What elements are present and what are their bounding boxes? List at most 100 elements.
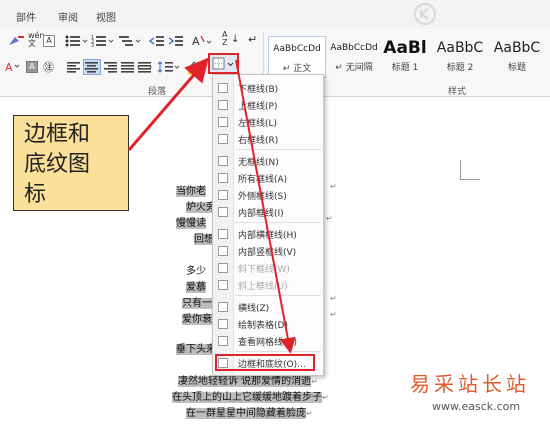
decrease-indent-icon[interactable] bbox=[149, 34, 165, 48]
menu-item-label: 下框线(B) bbox=[238, 85, 279, 95]
doc-line: 在一群星星中间隐藏着脸庞↵ bbox=[186, 408, 313, 419]
paragraph-group-label: 段落 bbox=[148, 87, 167, 97]
border-option-icon bbox=[218, 280, 228, 290]
menu-separator bbox=[235, 149, 321, 150]
doc-line: 垂下头来 bbox=[176, 344, 216, 355]
style-name: ↵ 无间隔 bbox=[335, 63, 373, 73]
distributed-icon[interactable] bbox=[137, 61, 153, 73]
menu-item-label: 斜上框线(U) bbox=[238, 282, 288, 292]
watermark-title: 易采站长站 bbox=[410, 372, 530, 396]
align-left-icon[interactable] bbox=[66, 61, 82, 73]
border-option-icon bbox=[218, 319, 228, 329]
menu-item-label: 右框线(R) bbox=[238, 136, 279, 146]
text-effects-icon[interactable]: A bbox=[2, 60, 24, 74]
increase-indent-icon[interactable] bbox=[168, 34, 184, 48]
doc-line: 回想 bbox=[194, 234, 214, 245]
tab-parts[interactable]: 部件 bbox=[16, 9, 36, 24]
menu-item-label: 横线(Z) bbox=[238, 304, 270, 314]
multilevel-list-icon[interactable] bbox=[118, 34, 142, 48]
align-center-button[interactable] bbox=[83, 59, 101, 75]
align-center-icon bbox=[85, 62, 98, 73]
callout-line: 标 bbox=[24, 182, 47, 207]
style-sample: AaBbC bbox=[436, 40, 484, 56]
menu-item[interactable]: 斜上框线(U) bbox=[213, 277, 323, 294]
menu-item[interactable]: 无框线(N) bbox=[213, 153, 323, 170]
border-option-icon bbox=[218, 100, 228, 110]
style-sample: AaBbC bbox=[493, 40, 541, 56]
borders-dropdown-menu: 下框线(B) 上框线(P) 左框线(L) 右框线(R) 无框线(N) 所有框线(A) 外侧框… bbox=[212, 74, 324, 376]
style-heading-2[interactable]: AaBbC 标题 2 bbox=[432, 36, 488, 78]
border-option-icon bbox=[218, 263, 228, 273]
return-mark: ↵ bbox=[326, 214, 333, 223]
style-heading-1[interactable]: AaBl 标题 1 bbox=[382, 36, 428, 78]
border-option-icon bbox=[218, 173, 228, 183]
menu-item[interactable]: 横线(Z) bbox=[213, 299, 323, 316]
border-option-icon bbox=[218, 246, 228, 256]
doc-line: 只有一 bbox=[182, 298, 212, 309]
border-option-icon bbox=[218, 229, 228, 239]
menu-item[interactable]: 内部竖框线(V) bbox=[213, 243, 323, 260]
borders-button[interactable] bbox=[208, 53, 239, 74]
doc-line: 在头顶上的山上它缓缓地踱着步子↵ bbox=[172, 392, 329, 403]
show-marks-icon[interactable]: ↵ bbox=[248, 33, 257, 46]
callout-line: 边框和 bbox=[24, 122, 91, 147]
menu-item-label: 外侧框线(S) bbox=[238, 192, 287, 202]
doc-line: 爱你衰 bbox=[182, 314, 212, 325]
style-title[interactable]: AaBbC 标题 bbox=[488, 36, 546, 78]
numbering-icon[interactable]: 1 2 3 bbox=[91, 34, 115, 48]
menu-item-label: 查看网格线(G) bbox=[238, 338, 297, 348]
border-option-icon bbox=[218, 156, 228, 166]
menu-item[interactable]: 内部横框线(H) bbox=[213, 226, 323, 243]
border-option-icon bbox=[218, 190, 228, 200]
menu-item[interactable]: 内部框线(I) bbox=[213, 204, 323, 221]
menu-item[interactable]: 右框线(R) bbox=[213, 131, 323, 148]
align-right-icon[interactable] bbox=[103, 61, 119, 73]
style-name: 标题 2 bbox=[446, 63, 474, 73]
bullets-icon[interactable] bbox=[64, 34, 88, 48]
menu-item-label: 无框线(N) bbox=[238, 158, 279, 168]
tab-review[interactable]: 审阅 bbox=[58, 9, 78, 24]
style-no-spacing[interactable]: AaBbCcDd ↵ 无间隔 bbox=[326, 36, 382, 78]
doc-line: 爱慕 bbox=[186, 282, 206, 293]
watermark-url: www.easck.com bbox=[432, 400, 521, 413]
menu-separator bbox=[235, 295, 321, 296]
menu-item[interactable]: 斜下框线(W) bbox=[213, 260, 323, 277]
border-option-icon bbox=[218, 117, 228, 127]
format-painter-icon[interactable] bbox=[6, 34, 26, 48]
menu-item[interactable]: 外侧框线(S) bbox=[213, 187, 323, 204]
menu-item-label: 斜下框线(W) bbox=[238, 265, 290, 275]
menu-item[interactable]: 上框线(P) bbox=[213, 97, 323, 114]
style-sample: AaBbCcDd bbox=[330, 43, 378, 53]
line-spacing-icon[interactable] bbox=[157, 60, 181, 74]
style-name: ↵ 正文 bbox=[282, 64, 312, 74]
sort-icon[interactable]: AZ bbox=[222, 31, 227, 47]
doc-line: 慢慢读 bbox=[176, 218, 206, 229]
shading-icon[interactable] bbox=[186, 59, 206, 75]
style-name: 标题 bbox=[507, 63, 526, 73]
menu-item[interactable]: 绘制表格(D) bbox=[213, 316, 323, 333]
menu-item[interactable]: 左框线(L) bbox=[213, 114, 323, 131]
svg-text:A: A bbox=[192, 35, 200, 48]
menu-item-label: 内部横框线(H) bbox=[238, 231, 297, 241]
tab-view[interactable]: 视图 bbox=[96, 9, 116, 24]
return-mark: ↵ bbox=[330, 310, 337, 319]
char-shading-button[interactable]: A bbox=[26, 61, 38, 73]
style-name: 标题 1 bbox=[391, 63, 419, 73]
chinese-layout-icon[interactable]: A bbox=[191, 33, 213, 49]
justify-icon[interactable] bbox=[120, 61, 136, 73]
border-option-icon bbox=[218, 336, 228, 346]
menu-item-label: 内部框线(I) bbox=[238, 209, 284, 219]
border-option-icon bbox=[218, 134, 228, 144]
menu-item-label: 绘制表格(D) bbox=[238, 321, 288, 331]
enclose-char-button[interactable]: ㊟ bbox=[43, 59, 54, 75]
menu-item-label: 上框线(P) bbox=[238, 102, 278, 112]
menu-item[interactable]: 查看网格线(G) bbox=[213, 333, 323, 350]
menu-item[interactable]: 所有框线(A) bbox=[213, 170, 323, 187]
char-border-button[interactable]: A bbox=[43, 35, 55, 47]
callout-line: 底纹图 bbox=[24, 152, 91, 177]
margin-mark bbox=[460, 160, 461, 180]
borders-and-shading-highlight bbox=[215, 354, 315, 371]
menu-item-label: 所有框线(A) bbox=[238, 175, 288, 185]
menu-item[interactable]: 下框线(B) bbox=[213, 80, 323, 97]
style-normal[interactable]: AaBbCcDd ↵ 正文 bbox=[268, 36, 326, 78]
